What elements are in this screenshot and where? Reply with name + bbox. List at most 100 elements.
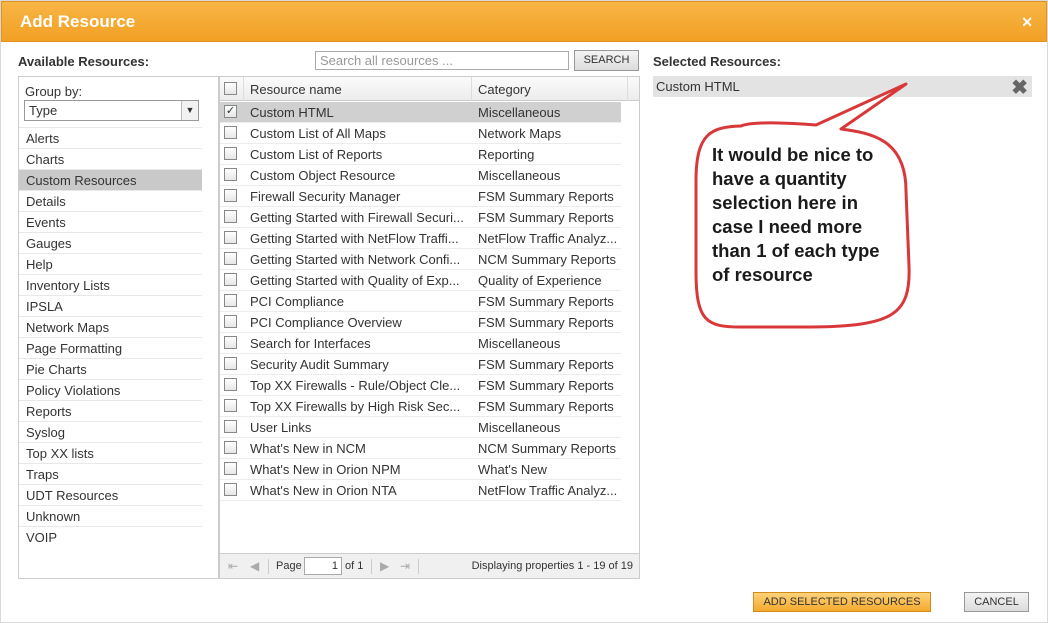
- cancel-button[interactable]: CANCEL: [964, 592, 1029, 612]
- resource-name-cell: What's New in NCM: [250, 441, 366, 456]
- category-item[interactable]: Events: [19, 211, 202, 232]
- search-button[interactable]: SEARCH: [574, 50, 639, 71]
- table-row[interactable]: Getting Started with Network Confi... NCM…: [220, 249, 621, 270]
- table-row[interactable]: Top XX Firewalls - Rule/Object Cle... FSM…: [220, 375, 621, 396]
- remove-icon[interactable]: ✖: [1011, 75, 1028, 100]
- row-checkbox[interactable]: [224, 315, 237, 328]
- resource-name-cell: Custom HTML: [250, 105, 334, 120]
- category-item[interactable]: Help: [19, 253, 202, 274]
- table-row[interactable]: PCI Compliance FSM Summary Reports: [220, 291, 621, 312]
- category-item[interactable]: Reports: [19, 400, 202, 421]
- category-item[interactable]: Gauges: [19, 232, 202, 253]
- row-checkbox-cell: [220, 270, 244, 291]
- first-page-icon[interactable]: ⇤: [228, 559, 238, 573]
- row-checkbox-cell: [220, 354, 244, 375]
- table-row[interactable]: What's New in Orion NTA NetFlow Traffic A…: [220, 480, 621, 501]
- resource-name-cell: Getting Started with Firewall Securi...: [250, 210, 464, 225]
- row-checkbox-cell: [220, 375, 244, 396]
- table-row[interactable]: Firewall Security Manager FSM Summary Rep…: [220, 186, 621, 207]
- row-checkbox[interactable]: [224, 357, 237, 370]
- row-checkbox[interactable]: [224, 441, 237, 454]
- row-checkbox[interactable]: [224, 399, 237, 412]
- row-checkbox[interactable]: [224, 420, 237, 433]
- row-checkbox-cell: [220, 249, 244, 270]
- table-row[interactable]: ✓ Custom HTML Miscellaneous: [220, 102, 621, 123]
- table-row[interactable]: PCI Compliance Overview FSM Summary Repor…: [220, 312, 621, 333]
- category-item[interactable]: Inventory Lists: [19, 274, 202, 295]
- page-input[interactable]: 1: [304, 557, 342, 575]
- table-row[interactable]: What's New in NCM NCM Summary Reports: [220, 438, 621, 459]
- row-checkbox[interactable]: [224, 462, 237, 475]
- resource-name-cell: PCI Compliance Overview: [250, 315, 402, 330]
- row-checkbox-cell: [220, 480, 244, 501]
- row-checkbox[interactable]: [224, 483, 237, 496]
- last-page-icon[interactable]: ⇥: [400, 559, 410, 573]
- row-checkbox[interactable]: [224, 252, 237, 265]
- row-checkbox[interactable]: [224, 378, 237, 391]
- resource-name-cell: Search for Interfaces: [250, 336, 371, 351]
- table-row[interactable]: User Links Miscellaneous: [220, 417, 621, 438]
- close-icon[interactable]: ✕: [1021, 14, 1033, 31]
- row-checkbox-cell: [220, 123, 244, 144]
- row-checkbox[interactable]: [224, 126, 237, 139]
- category-item[interactable]: Custom Resources: [19, 169, 202, 190]
- row-checkbox[interactable]: [224, 294, 237, 307]
- category-item[interactable]: Traps: [19, 463, 202, 484]
- row-checkbox[interactable]: [224, 189, 237, 202]
- table-row[interactable]: Custom List of Reports Reporting: [220, 144, 621, 165]
- table-row[interactable]: Top XX Firewalls by High Risk Sec... FSM …: [220, 396, 621, 417]
- resource-name-cell: Security Audit Summary: [250, 357, 389, 372]
- category-item[interactable]: Alerts: [19, 127, 202, 148]
- row-checkbox-cell: [220, 165, 244, 186]
- category-item[interactable]: Policy Violations: [19, 379, 202, 400]
- category-item[interactable]: Charts: [19, 148, 202, 169]
- category-item[interactable]: VOIP: [19, 526, 202, 547]
- next-page-icon[interactable]: ▶: [380, 559, 389, 573]
- category-cell: Miscellaneous: [478, 105, 561, 120]
- category-item[interactable]: UDT Resources: [19, 484, 202, 505]
- dialog-titlebar[interactable]: Add Resource ✕: [1, 1, 1047, 42]
- pager: ⇤ ◀ Page 1 of 1 ▶ ⇥ Displaying propertie…: [220, 553, 639, 578]
- table-row[interactable]: Getting Started with Firewall Securi... F…: [220, 207, 621, 228]
- row-checkbox[interactable]: [224, 273, 237, 286]
- prev-page-icon[interactable]: ◀: [250, 559, 259, 573]
- category-item[interactable]: Unknown: [19, 505, 202, 526]
- category-list: Alerts Charts Custom Resources Details Event…: [19, 127, 202, 547]
- row-checkbox[interactable]: [224, 210, 237, 223]
- row-checkbox[interactable]: [224, 147, 237, 160]
- resource-name-cell: What's New in Orion NTA: [250, 483, 397, 498]
- add-selected-resources-button[interactable]: ADD SELECTED RESOURCES: [753, 592, 931, 612]
- table-row[interactable]: Getting Started with Quality of Exp... Qu…: [220, 270, 621, 291]
- table-row[interactable]: Security Audit Summary FSM Summary Report…: [220, 354, 621, 375]
- header-resource-name[interactable]: Resource name: [244, 77, 472, 101]
- resource-name-cell: Getting Started with Network Confi...: [250, 252, 461, 267]
- resource-name-cell: User Links: [250, 420, 312, 435]
- table-row[interactable]: Getting Started with NetFlow Traffi... Ne…: [220, 228, 621, 249]
- category-item[interactable]: Pie Charts: [19, 358, 202, 379]
- category-item[interactable]: Network Maps: [19, 316, 202, 337]
- category-item[interactable]: Top XX lists: [19, 442, 202, 463]
- table-row[interactable]: What's New in Orion NPM What's New: [220, 459, 621, 480]
- category-cell: NetFlow Traffic Analyz...: [478, 483, 618, 498]
- select-all-checkbox[interactable]: [224, 82, 237, 95]
- table-row[interactable]: Custom List of All Maps Network Maps: [220, 123, 621, 144]
- search-input[interactable]: [315, 51, 569, 70]
- row-checkbox-cell: [220, 417, 244, 438]
- group-panel: Group by: Type ▼ Alerts Charts Custom Reso…: [18, 76, 219, 579]
- row-checkbox[interactable]: [224, 231, 237, 244]
- header-category[interactable]: Category: [472, 77, 628, 101]
- row-checkbox[interactable]: [224, 168, 237, 181]
- group-by-select[interactable]: Type ▼: [24, 100, 199, 121]
- category-item[interactable]: Syslog: [19, 421, 202, 442]
- category-item[interactable]: Details: [19, 190, 202, 211]
- category-item[interactable]: Page Formatting: [19, 337, 202, 358]
- table-row[interactable]: Search for Interfaces Miscellaneous: [220, 333, 621, 354]
- row-checkbox-cell: [220, 312, 244, 333]
- chevron-down-icon[interactable]: ▼: [181, 101, 198, 120]
- row-checkbox[interactable]: ✓: [224, 105, 237, 118]
- category-item[interactable]: IPSLA: [19, 295, 202, 316]
- resource-name-cell: Custom Object Resource: [250, 168, 396, 183]
- resource-name-cell: Top XX Firewalls - Rule/Object Cle...: [250, 378, 461, 393]
- row-checkbox[interactable]: [224, 336, 237, 349]
- table-row[interactable]: Custom Object Resource Miscellaneous: [220, 165, 621, 186]
